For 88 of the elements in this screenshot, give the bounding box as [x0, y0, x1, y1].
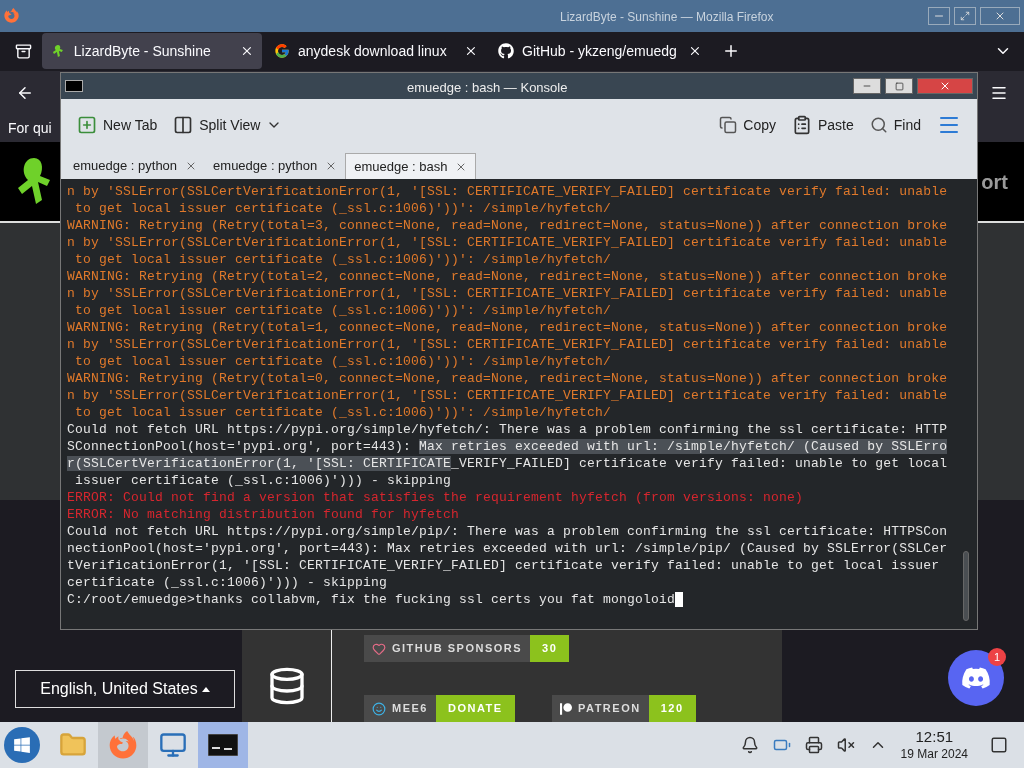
terminal-tab[interactable]: emuedge : python: [205, 153, 346, 179]
terminal-line: WARNING: Retrying (Retry(total=3, connect=None, read=None, redirect=None, status=None)) after connection broke: [67, 217, 949, 234]
terminal-line: WARNING: Retrying (Retry(total=1, connect=None, read=None, redirect=None, status=None)) after connection broke: [67, 319, 949, 336]
browser-tab[interactable]: anydesk download linux: [266, 33, 486, 70]
terminal-line: nectionPool(host='pypi.org', port=443): Max retries exceeded with url: /simple/pip/ (Caused by SSLError(SSLCer: [67, 540, 949, 557]
badge-value: 30: [530, 635, 570, 662]
window-title: LizardByte - Sunshine — Mozilla Firefox: [560, 9, 774, 26]
show-desktop-icon[interactable]: [990, 736, 1008, 754]
badge-text: MEE6: [392, 701, 428, 717]
terminal-line: Could not fetch URL https://pypi.org/simple/hyfetch/: There was a problem confirming the ssl certificate: HTTP: [67, 421, 949, 438]
notice-text: For qui: [8, 118, 52, 138]
terminal-tab[interactable]: emuedge : bash: [345, 153, 477, 179]
google-icon: [274, 43, 290, 60]
tab-title: LizardByte - Sunshine: [73, 41, 212, 61]
language-select[interactable]: English, United States: [15, 670, 235, 708]
toolbar-button[interactable]: New Tab: [77, 114, 158, 136]
muted-speaker-icon[interactable]: [836, 736, 855, 754]
heart-icon: [372, 641, 386, 656]
toolbar-button[interactable]: Split View: [173, 114, 283, 136]
terminal-line: ERROR: No matching distribution found for hyfetch: [67, 506, 461, 523]
taskbar-app[interactable]: [198, 722, 248, 768]
columns-icon: [173, 115, 194, 135]
terminal-line: n by 'SSLError(SSLCertVerificationError(1, '[SSL: CERTIFICATE_VERIFY_FAILED] certificate verify failed: unable: [67, 234, 949, 251]
terminal-line: to get local issuer certificate (_ssl.c:1006)'))': /simple/hyfetch/: [74, 251, 613, 268]
terminal-line: tVerificationError(1, '[SSL: CERTIFICATE_VERIFY_FAILED] certificate verify failed: unable to get local issuer: [67, 557, 941, 574]
windows-icon: [13, 736, 31, 754]
tab-title: emuedge : bash: [354, 157, 448, 176]
toolbar-button[interactable]: Paste: [791, 114, 854, 136]
terminal-line: n by 'SSLError(SSLCertVerificationError(1, '[SSL: CERTIFICATE_VERIFY_FAILED] certificate verify failed: unable: [67, 336, 949, 353]
terminal-line: n by 'SSLError(SSLCertVerificationError(1, '[SSL: CERTIFICATE_VERIFY_FAILED] certificate verify failed: unable: [67, 183, 949, 200]
terminal-line: WARNING: Retrying (Retry(total=2, connect=None, read=None, redirect=None, status=None)) after connection broke: [67, 268, 949, 285]
terminal-icon: [208, 734, 238, 756]
clock-date: 19 Mar 2024: [900, 746, 968, 762]
terminal-line: n by 'SSLError(SSLCertVerificationError(1, '[SSL: CERTIFICATE_VERIFY_FAILED] certificate verify failed: unable: [67, 285, 949, 302]
maximize-button[interactable]: [954, 6, 976, 25]
tab-title: emuedge : python: [73, 157, 178, 176]
close-icon: [939, 80, 951, 92]
firefox-icon: [4, 8, 19, 24]
terminal-line: to get local issuer certificate (_ssl.c:1006)'))': /simple/hyfetch/: [74, 302, 613, 319]
terminal-line: r(SSLCertVerificationError(1, '[SSL: CERTIFICATE_VERIFY_FAILED] certificate verify failed: unable to get local: [67, 455, 949, 472]
terminal-line: to get local issuer certificate (_ssl.c:1006)'))': /simple/hyfetch/: [74, 404, 613, 421]
terminal-line: C:/root/emuedge>thanks collabvm, fix the fucking ssl certs you fat mongoloid: [67, 591, 963, 608]
maximize-icon: [894, 81, 904, 91]
start-button[interactable]: [4, 727, 40, 763]
text-cursor: [675, 592, 684, 608]
folder-icon: [59, 731, 87, 759]
window-title: emuedge : bash — Konsole: [407, 79, 568, 97]
bell-icon[interactable]: [740, 736, 759, 754]
terminal-line: to get local issuer certificate (_ssl.c:1006)'))': /simple/hyfetch/: [74, 353, 613, 370]
badge-value: DONATE: [435, 695, 515, 722]
terminal-line: to get local issuer certificate (_ssl.c:1006)'))': /simple/hyfetch/: [74, 200, 613, 217]
badge-value: 120: [648, 695, 696, 722]
printer-icon[interactable]: [804, 736, 823, 754]
monitor-icon: [159, 731, 187, 759]
minimize-button[interactable]: [853, 78, 881, 94]
notification-badge: 1: [988, 648, 1006, 666]
plus-box-icon: [77, 115, 97, 135]
terminal-tab[interactable]: emuedge : python: [65, 153, 206, 179]
terminal-line: SConnectionPool(host='pypi.org', port=443): Max retries exceeded with url: /simple/hyfetch/ (Caused by SSLErro: [67, 438, 949, 455]
tab-title: emuedge : python: [213, 157, 318, 176]
terminal-line: issuer certificate (_ssl.c:1006)'))) - skipping: [74, 472, 453, 489]
terminal-line: WARNING: Retrying (Retry(total=0, connect=None, read=None, redirect=None, status=None)) after connection broke: [67, 370, 949, 387]
maximize-button[interactable]: [885, 78, 913, 94]
search-icon: [869, 116, 888, 134]
terminal-line: ERROR: Could not find a version that satisfies the requirement hyfetch (from versions: none): [67, 489, 805, 506]
browser-tab[interactable]: LizardByte - Sunshine: [42, 33, 262, 70]
caret-icon: [201, 686, 210, 692]
maximize-icon: [960, 10, 970, 21]
terminal-line: n by 'SSLError(SSLCertVerificationError(1, '[SSL: CERTIFICATE_VERIFY_FAILED] certificate verify failed: unable: [67, 387, 949, 404]
copy-icon: [719, 116, 738, 134]
scrollbar-thumb[interactable]: [963, 551, 969, 621]
badge-text: GITHUB SPONSORS: [392, 641, 523, 657]
clock-time: 12:51: [915, 728, 954, 747]
chat-button[interactable]: 1: [948, 650, 1004, 706]
heading-fragment: ort: [981, 169, 1008, 195]
terminal-line: certificate (_ssl.c:1006)'))) - skipping: [67, 574, 389, 591]
github-icon: [498, 43, 514, 60]
patreon-icon: [560, 702, 572, 715]
firefox-icon: [109, 731, 137, 759]
tab-title: anydesk download linux: [298, 41, 448, 61]
toolbar-button[interactable]: Find: [869, 114, 921, 136]
browser-tab[interactable]: GitHub - ykzeng/emuedg: [490, 33, 710, 70]
toolbar-button[interactable]: Copy: [719, 114, 776, 136]
terminal-icon: [65, 80, 83, 92]
badge-text: PATREON: [578, 701, 641, 717]
terminal-line: Could not fetch URL https://pypi.org/simple/pip/: There was a problem confirming the ssl certificate: HTTPSCon: [67, 523, 949, 540]
smiley-icon: [372, 701, 386, 716]
tab-title: GitHub - ykzeng/emuedg: [522, 41, 678, 61]
